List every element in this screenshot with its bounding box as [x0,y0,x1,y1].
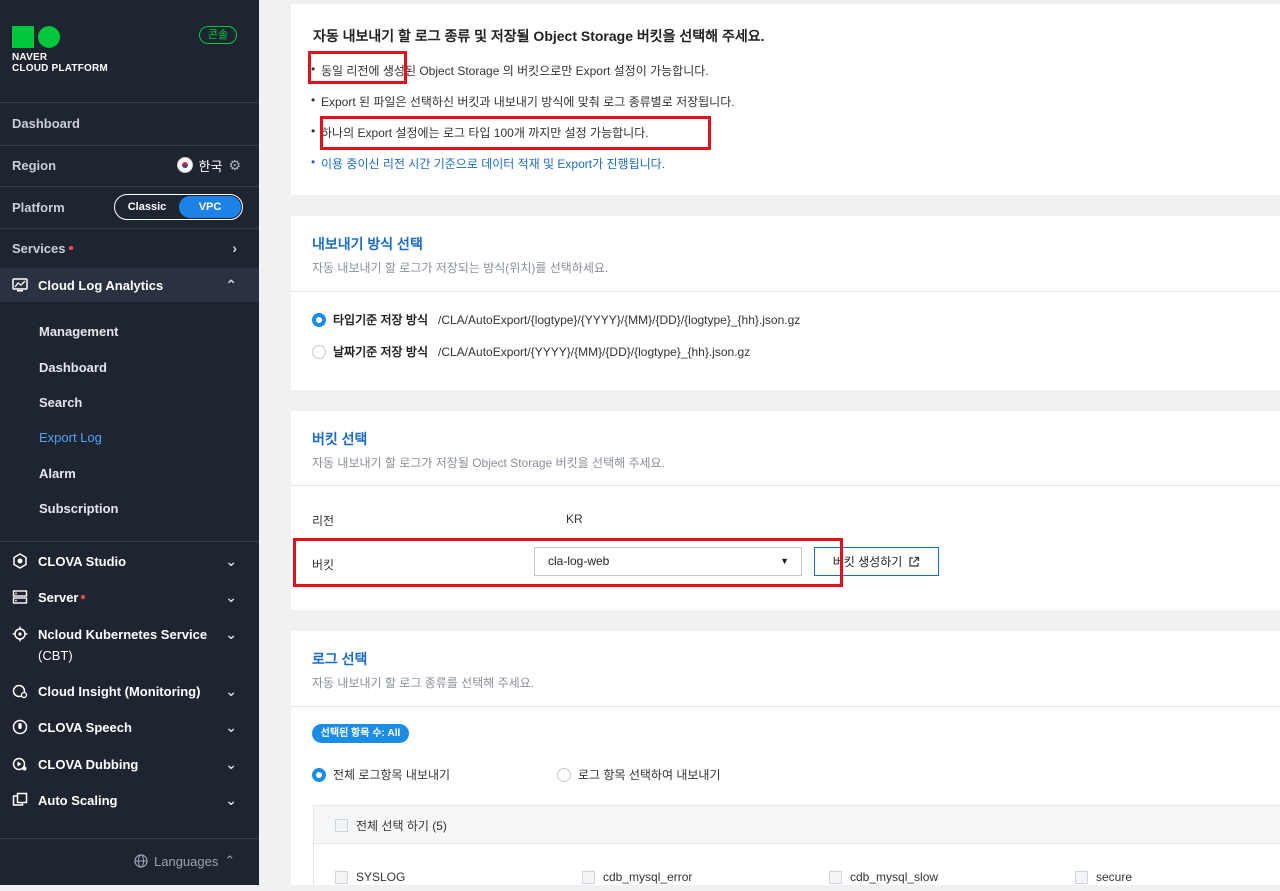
sidebar-item-clova-studio[interactable]: CLOVA Studio ⌄ [0,551,259,571]
sidebar-item-clova-dubbing[interactable]: CLOVA Dubbing ⌄ [0,754,259,774]
new-dot [81,595,86,599]
log-option-select[interactable]: 로그 항목 선택하여 내보내기 [557,766,720,783]
log-item-checkbox[interactable]: secure [1075,870,1132,884]
platform-classic[interactable]: Classic [115,201,179,213]
sidebar-dashboard[interactable]: Dashboard [0,105,259,141]
chevron-right-icon: › [232,240,237,256]
sidebar-sub-subscription[interactable]: Subscription [39,501,118,516]
chevron-down-icon: ⌄ [225,718,237,735]
chevron-down-icon: ⌄ [225,791,237,808]
languages-selector[interactable]: Languages ⌃ [134,853,235,869]
log-items-table: 전체 선택 하기 (5) SYSLOG cdb_mysql_error cdb_… [313,805,1280,885]
radio-selected[interactable] [312,312,326,327]
export-option-date[interactable]: 날짜기준 저장 방식 /CLA/AutoExport/{YYYY}/{MM}/{… [312,343,750,360]
region-label: 리전 [312,514,335,528]
sidebar: NAVER CLOUD PLATFORM 콘솔 Dashboard Region… [0,0,259,885]
highlight-box [293,538,843,587]
console-badge[interactable]: 콘솔 [199,26,237,44]
sidebar-item-server[interactable]: Server ⌄ [0,587,259,607]
region-value[interactable]: 한국 [199,156,223,175]
korea-flag-icon [176,157,193,173]
chevron-down-icon: ⌄ [225,552,237,569]
highlight-box [308,51,407,84]
chevron-down-icon: ⌄ [225,588,237,605]
highlight-box [320,116,711,150]
radio-selected[interactable] [312,767,326,782]
sidebar-sub-alarm[interactable]: Alarm [39,466,76,481]
chevron-down-icon: ⌄ [225,626,237,642]
monitor-chart-icon [12,277,28,293]
sidebar-item-auto-scaling[interactable]: Auto Scaling ⌄ [0,790,259,810]
export-method-title: 내보내기 방식 선택 [312,236,423,252]
log-item-checkbox[interactable]: cdb_mysql_slow [829,870,938,884]
export-method-card: 내보내기 방식 선택 자동 내보내기 할 로그가 저장되는 방식(위치)를 선택… [291,216,1280,390]
gear-icon[interactable]: ⚙ [228,157,241,174]
globe-icon [134,854,148,868]
sidebar-item-ncloud-kubernetes[interactable]: Ncloud Kubernetes Service (CBT) ⌄ [0,624,259,664]
sidebar-sub-search[interactable]: Search [39,395,82,410]
info-title: 자동 내보내기 할 로그 종류 및 저장될 Object Storage 버킷을… [313,28,765,44]
info-card: 자동 내보내기 할 로그 종류 및 저장될 Object Storage 버킷을… [291,4,1280,195]
dubbing-icon [12,756,28,772]
naver-cloud-logo[interactable]: NAVER CLOUD PLATFORM [12,26,108,74]
radio-unselected[interactable] [557,767,571,782]
log-select-title: 로그 선택 [312,651,368,667]
external-link-icon [909,556,920,567]
sidebar-item-clova-speech[interactable]: CLOVA Speech ⌄ [0,717,259,737]
log-item-checkbox[interactable]: SYSLOG [335,870,405,884]
region-value: KR [566,512,583,526]
sidebar-item-cloud-insight[interactable]: Cloud Insight (Monitoring) ⌄ [0,681,259,701]
sidebar-sub-dashboard[interactable]: Dashboard [39,360,107,375]
sidebar-sub-export-log[interactable]: Export Log [39,430,102,445]
bucket-subtitle: 자동 내보내기 할 로그가 저장될 Object Storage 버킷을 선택해… [312,456,665,470]
platform-toggle[interactable]: Classic VPC [114,194,243,220]
export-method-subtitle: 자동 내보내기 할 로그가 저장되는 방식(위치)를 선택하세요. [312,261,609,275]
insight-icon [12,683,28,699]
bucket-title: 버킷 선택 [312,431,368,447]
server-icon [12,589,28,605]
chevron-down-icon: ⌄ [225,755,237,772]
sidebar-services[interactable]: Services › [0,230,259,266]
log-option-all[interactable]: 전체 로그항목 내보내기 [312,766,450,783]
export-path: /CLA/AutoExport/{YYYY}/{MM}/{DD}/{logtyp… [438,344,751,359]
chevron-up-icon: ⌃ [225,276,237,293]
info-bullet-note: 이용 중이신 리전 시간 기준으로 데이터 적재 및 Export가 진행됩니다… [311,155,665,172]
chevron-down-icon: ⌄ [225,682,237,699]
checkbox[interactable] [335,819,348,832]
sidebar-region: Region 한국 ⚙ [12,156,241,175]
radio-unselected[interactable] [312,344,326,359]
speech-icon [12,719,28,735]
log-select-subtitle: 자동 내보내기 할 로그 종류를 선택해 주세요. [312,676,535,690]
export-option-type[interactable]: 타입기준 저장 방식 /CLA/AutoExport/{logtype}/{YY… [312,311,800,328]
sidebar-item-cloud-log-analytics[interactable]: Cloud Log Analytics ⌃ [0,268,259,302]
logo-line1: NAVER [12,52,48,63]
hexagon-icon [12,553,28,569]
main-content: 자동 내보내기 할 로그 종류 및 저장될 Object Storage 버킷을… [259,0,1280,885]
sidebar-sub-management[interactable]: Management [39,324,118,339]
selected-count-badge: 선택된 항목 수: All [312,724,409,743]
scaling-icon [12,792,28,808]
platform-vpc[interactable]: VPC [179,196,241,218]
helm-icon [12,626,28,642]
export-path: /CLA/AutoExport/{logtype}/{YYYY}/{MM}/{D… [438,312,801,327]
log-item-checkbox[interactable]: cdb_mysql_error [582,870,692,884]
chevron-up-icon: ⌃ [224,853,236,868]
select-all-checkbox[interactable]: 전체 선택 하기 (5) [335,817,447,834]
logo-line2: CLOUD PLATFORM [12,63,108,74]
info-bullet: Export 된 파일은 선택하신 버킷과 내보내기 방식에 맞춰 로그 종류별… [311,93,735,110]
new-dot [68,246,73,250]
